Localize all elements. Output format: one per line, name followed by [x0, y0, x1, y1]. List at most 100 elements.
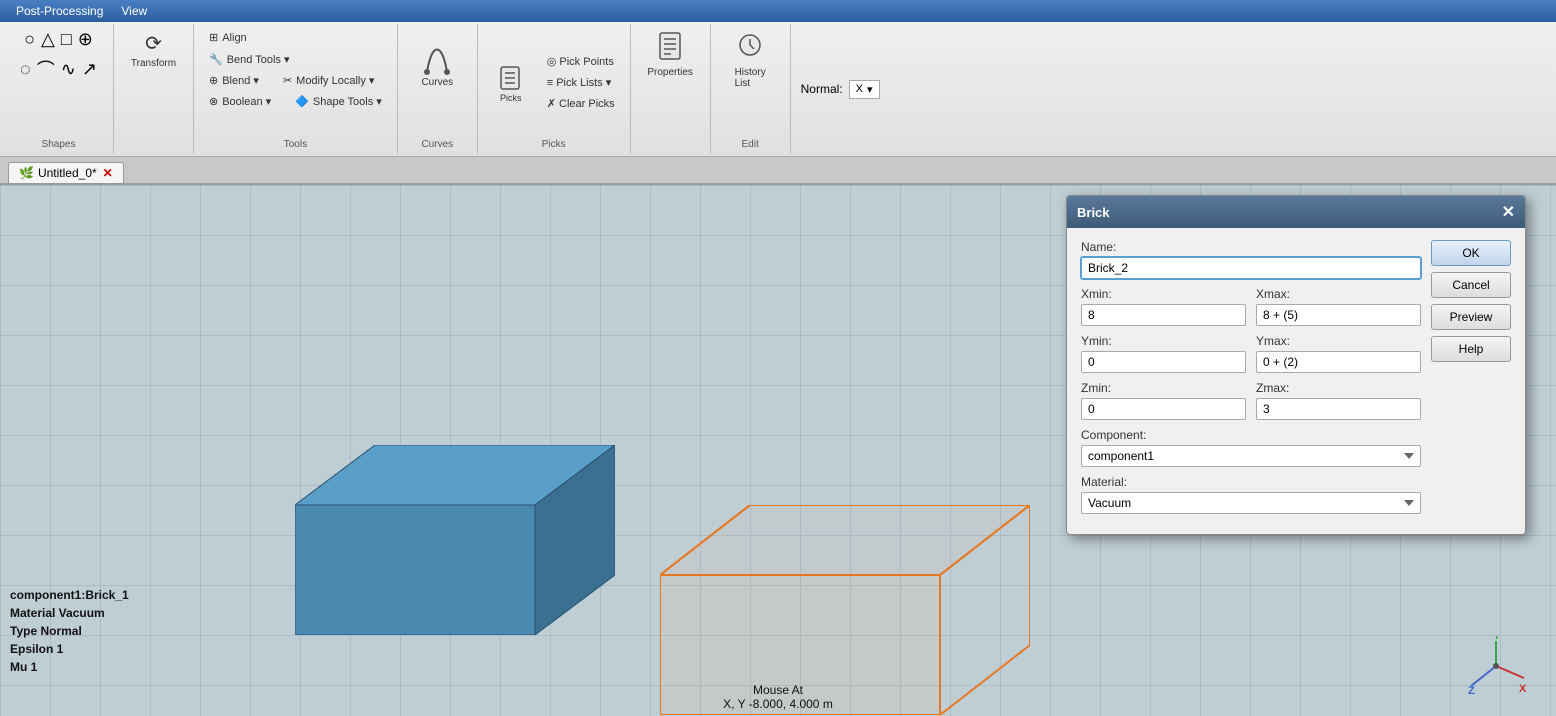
material-label: Material:: [1081, 475, 1421, 489]
status-info: component1:Brick_1 Material Vacuum Type …: [10, 586, 129, 676]
history-list-group: History List Edit: [711, 24, 791, 154]
edit-label: Edit: [742, 137, 759, 150]
svg-text:X: X: [1519, 683, 1526, 695]
curve-shape-icon[interactable]: ⌒: [37, 56, 55, 82]
boolean-button[interactable]: ⊗ Boolean ▾: [202, 92, 278, 111]
status-line1: component1:Brick_1: [10, 586, 129, 604]
xmax-label: Xmax:: [1256, 287, 1421, 301]
xmax-input[interactable]: [1256, 304, 1421, 326]
curves-label: Curves: [421, 137, 453, 150]
history-list-icon: [736, 31, 764, 67]
tab-icon: 🌿: [19, 166, 34, 180]
tab-label: Untitled_0*: [38, 166, 97, 180]
bend-tools-button[interactable]: 🔧 Bend Tools ▾: [202, 50, 297, 69]
dialog-titlebar: Brick ✕: [1067, 196, 1525, 228]
svg-text:Y: Y: [1493, 636, 1501, 642]
brick-2-preview-object: [660, 505, 1030, 715]
xmin-label: Xmin:: [1081, 287, 1246, 301]
pick-lists-icon: ≡: [547, 77, 553, 89]
x-fields: Xmin: Xmax:: [1081, 287, 1421, 326]
brick-1-object: [295, 445, 615, 635]
ymin-input[interactable]: [1081, 351, 1246, 373]
triangle-shape-icon[interactable]: △: [41, 29, 55, 50]
menu-view[interactable]: View: [113, 2, 155, 20]
picks-label: Picks: [542, 137, 566, 150]
properties-group: Properties: [631, 24, 711, 154]
normal-label: Normal:: [801, 82, 843, 96]
clear-picks-button[interactable]: ✗ Clear Picks: [540, 94, 622, 113]
zmax-input[interactable]: [1256, 398, 1421, 420]
align-button[interactable]: ⊞ Align: [202, 28, 254, 47]
axes-widget: Z X Y: [1466, 636, 1526, 696]
dialog-title: Brick: [1077, 205, 1110, 220]
clear-picks-icon: ✗: [547, 97, 556, 110]
normal-axis-dropdown[interactable]: X ▾: [849, 80, 880, 99]
dialog-body: Name: Xmin: Xmax:: [1067, 228, 1525, 534]
ymax-col: Ymax:: [1256, 334, 1421, 373]
y-fields: Ymin: Ymax:: [1081, 334, 1421, 373]
plus-shape-icon[interactable]: ⊕: [78, 29, 93, 50]
ymin-label: Ymin:: [1081, 334, 1246, 348]
blend-button[interactable]: ⊕ Blend ▾: [202, 71, 266, 90]
tab-untitled[interactable]: 🌿 Untitled_0* ✕: [8, 162, 124, 183]
wave-shape-icon[interactable]: ∿: [61, 59, 76, 80]
boolean-icon: ⊗: [209, 95, 218, 108]
preview-button[interactable]: Preview: [1431, 304, 1511, 330]
xmin-col: Xmin:: [1081, 287, 1246, 326]
toolbar: ○ △ □ ⊕ ◌ ⌒ ∿ ↗ Shapes ⟳ Transform ⊞ Ali…: [0, 22, 1556, 157]
align-icon: ⊞: [209, 31, 218, 44]
ok-button[interactable]: OK: [1431, 240, 1511, 266]
blend-icon: ⊕: [209, 74, 218, 87]
dropdown-arrow-icon: ▾: [867, 83, 873, 96]
status-line4: Epsilon 1: [10, 640, 129, 658]
zmin-input[interactable]: [1081, 398, 1246, 420]
menu-post-processing[interactable]: Post-Processing: [8, 2, 111, 20]
curves-group: Curves Curves: [398, 24, 478, 154]
cancel-button[interactable]: Cancel: [1431, 272, 1511, 298]
main-area: component1:Brick_1 Material Vacuum Type …: [0, 185, 1556, 716]
history-list-button[interactable]: History List: [725, 28, 775, 92]
tab-close-button[interactable]: ✕: [103, 166, 113, 180]
bend-icon: 🔧: [209, 53, 223, 66]
picks-button[interactable]: Picks: [486, 52, 536, 113]
ellipse-shape-icon[interactable]: ◌: [20, 59, 31, 80]
dialog-fields: Name: Xmin: Xmax:: [1081, 240, 1421, 522]
zmin-col: Zmin:: [1081, 381, 1246, 420]
circle-shape-icon[interactable]: ○: [24, 29, 35, 50]
pick-points-button[interactable]: ◎ Pick Points: [540, 52, 622, 71]
brick-dialog: Brick ✕ Name: Xmin: Xmax:: [1066, 195, 1526, 535]
properties-button[interactable]: Properties: [642, 28, 698, 81]
component-label: Component:: [1081, 428, 1421, 442]
ymax-input[interactable]: [1256, 351, 1421, 373]
transform-button[interactable]: ⟳ Transform: [126, 28, 181, 72]
dialog-close-button[interactable]: ✕: [1502, 202, 1515, 222]
transform-icon: ⟳: [145, 31, 162, 56]
material-select[interactable]: Vacuum: [1081, 492, 1421, 514]
status-line2: Material Vacuum: [10, 604, 129, 622]
mouse-at-label: Mouse At: [723, 683, 833, 697]
pick-points-icon: ◎: [547, 55, 557, 68]
name-input[interactable]: [1081, 257, 1421, 279]
help-button[interactable]: Help: [1431, 336, 1511, 362]
xmin-input[interactable]: [1081, 304, 1246, 326]
component-select[interactable]: component1: [1081, 445, 1421, 467]
shape-tools-icon: 🔷: [295, 95, 309, 108]
zmax-label: Zmax:: [1256, 381, 1421, 395]
shape-tools-button[interactable]: 🔷 Shape Tools ▾: [288, 92, 389, 111]
rect-shape-icon[interactable]: □: [61, 29, 72, 50]
curves-button[interactable]: Curves: [412, 28, 462, 97]
ymin-col: Ymin:: [1081, 334, 1246, 373]
properties-icon: [656, 31, 684, 67]
z-fields: Zmin: Zmax:: [1081, 381, 1421, 420]
ymax-label: Ymax:: [1256, 334, 1421, 348]
modify-locally-icon: ✂: [283, 74, 292, 87]
modify-locally-button[interactable]: ✂ Modify Locally ▾: [276, 71, 382, 90]
arrow-shape-icon[interactable]: ↗: [82, 59, 97, 80]
status-line5: Mu 1: [10, 658, 129, 676]
tools-label: Tools: [284, 137, 307, 150]
svg-text:Z: Z: [1468, 685, 1475, 696]
normal-section: Normal: X ▾: [801, 24, 880, 154]
zmin-label: Zmin:: [1081, 381, 1246, 395]
shapes-label: Shapes: [42, 137, 76, 150]
pick-lists-button[interactable]: ≡ Pick Lists ▾: [540, 73, 622, 92]
